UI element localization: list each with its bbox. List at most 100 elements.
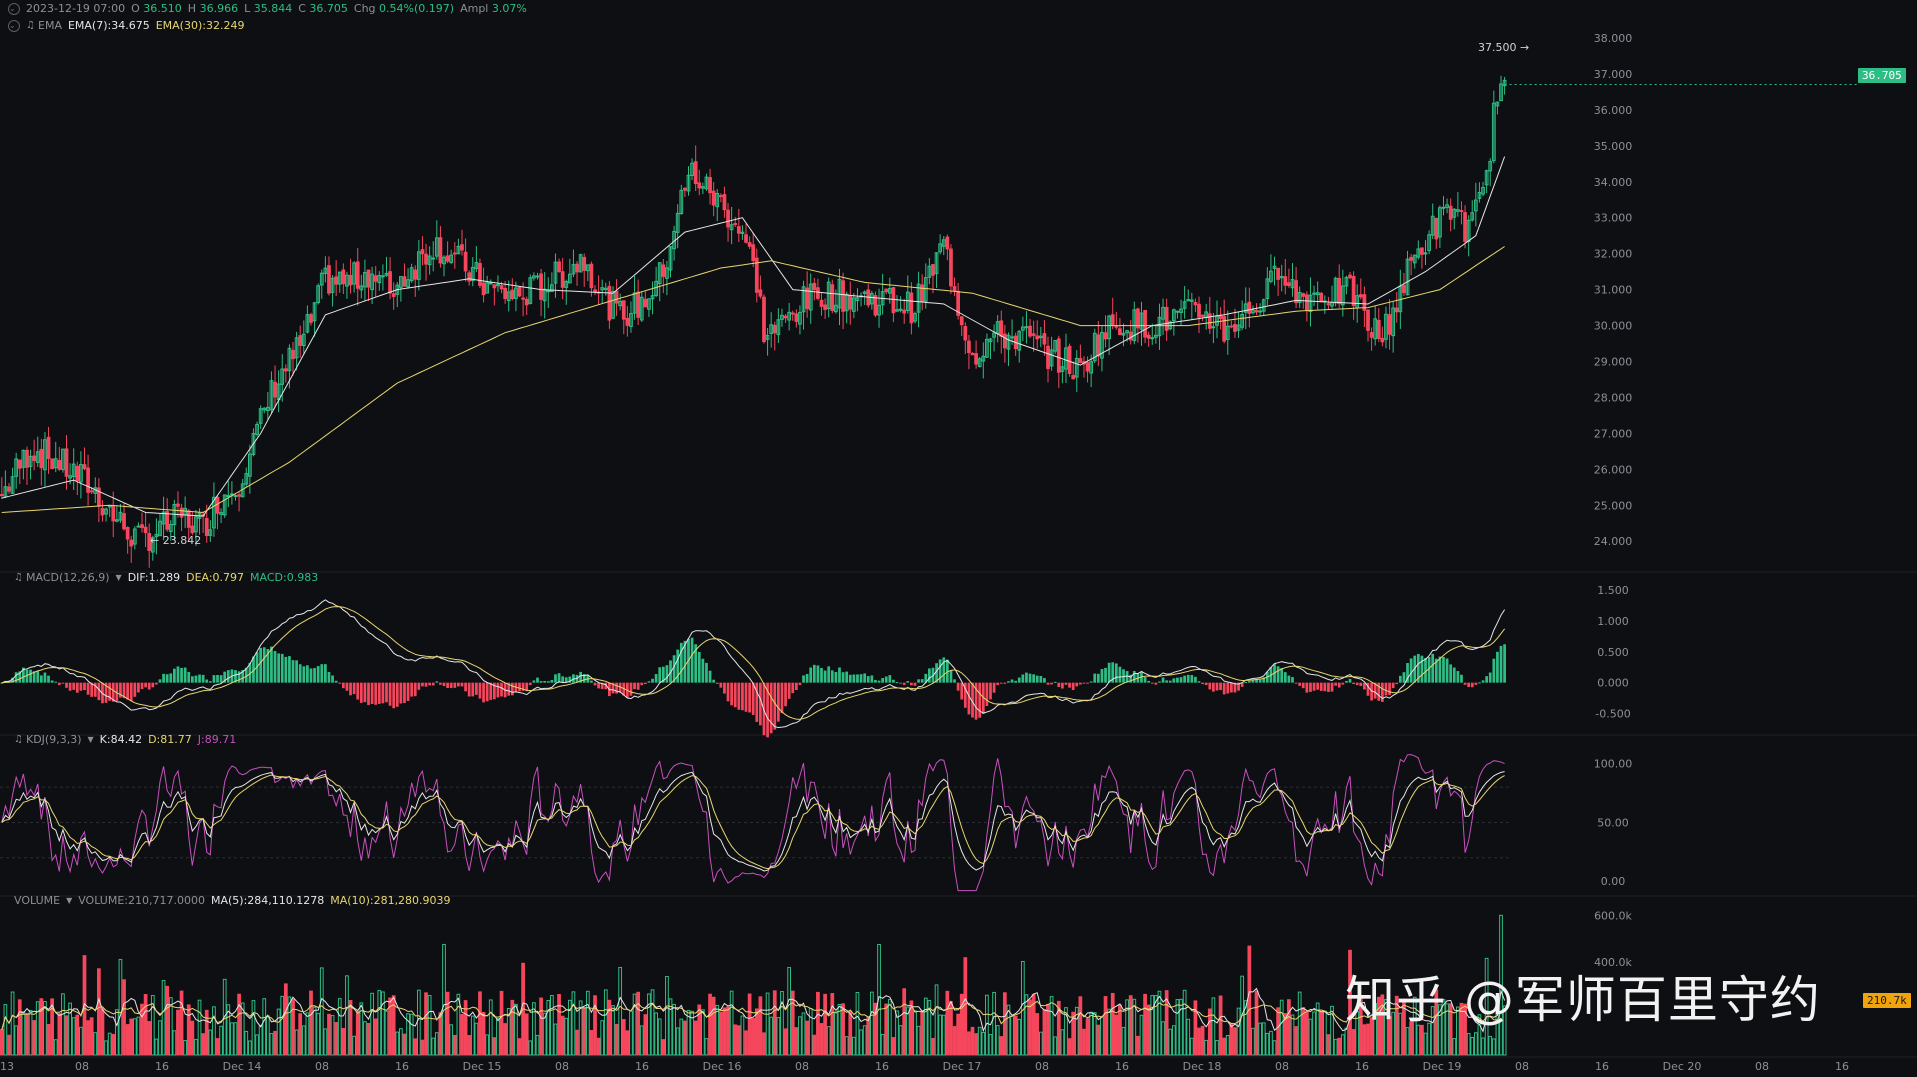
volume-bar [970,1026,975,1056]
macd-histogram-bar [288,656,291,683]
volume-bar [122,979,126,1056]
macd-histogram-bar [460,682,464,687]
volume-bar [679,1018,684,1056]
chart-canvas[interactable]: 24.000 25.000 26.000 27.000 28.000 29.000 30.0… [0,0,1917,1077]
candle-body [391,293,396,297]
macd-histogram-bar [791,682,795,694]
low-marker: ← 23.842 [150,534,201,547]
volume-bar [1233,1027,1237,1056]
macd-histogram-bar [1499,645,1503,683]
candle-body [1358,294,1363,298]
candle-body [593,289,597,293]
candle-body [521,297,525,300]
chevron-down-icon[interactable]: ▼ [66,896,72,905]
macd-histogram-bar [1226,682,1230,694]
macd-histogram-bar [845,671,849,683]
macd-histogram-bar [57,682,61,686]
macd-histogram-bar [1035,675,1039,683]
macd-histogram-bar [996,682,1000,686]
macd-histogram-bar [457,682,460,687]
time-axis-label: 16 [1355,1060,1369,1073]
candle-body [1028,325,1032,337]
candle-body [143,526,148,534]
candle-body [420,249,425,255]
volume-bar [1351,1029,1356,1056]
macd-histogram-bar [777,682,780,722]
volume-bar [1049,996,1054,1056]
collapse-icon[interactable]: ⌄ [8,2,20,15]
macd-histogram-bar [485,682,489,702]
bell-icon[interactable]: ♫ [26,20,36,31]
volume-bar [449,1024,454,1056]
last-price-tag: 36.705 [1858,68,1906,83]
macd-histogram-bar [1247,681,1251,683]
candle-body [693,161,698,185]
candle-body [1110,314,1115,326]
candle-body [438,237,443,264]
volume-bar [1107,1008,1111,1056]
ema-label[interactable]: EMA [38,19,62,32]
macd-histogram-bar [1212,682,1215,692]
trading-chart[interactable]: 24.000 25.000 26.000 27.000 28.000 29.000 30.0… [0,0,1917,1077]
volume-bar [647,993,651,1056]
macd-histogram-bar [478,682,482,699]
volume-bar [14,1025,19,1056]
macd-histogram-bar [1053,681,1057,683]
volume-bar [614,1023,619,1056]
volume-bar [352,1035,356,1056]
candle-body [460,244,464,251]
candle-body [931,264,935,276]
candle-body [751,244,756,262]
price-tick-label: 26.000 [1594,463,1633,476]
candle-body [1423,252,1428,255]
volume-bar [830,993,835,1056]
macd-histogram-bar [816,665,820,683]
volume-bar [697,1004,702,1056]
candle-body [1150,337,1155,340]
volume-bar [564,1017,569,1056]
collapse-icon[interactable]: ⌄ [8,19,20,32]
candle-body [643,298,648,308]
chevron-down-icon[interactable]: ▼ [116,573,122,582]
volume-bar [711,996,716,1056]
macd-histogram-bar [446,682,449,689]
volume-bar [913,1010,917,1056]
chevron-down-icon[interactable]: ▼ [88,735,94,744]
volume-bar [902,988,907,1056]
volume-bar [434,1032,439,1056]
macd-histogram-bar [273,651,277,683]
macd-label[interactable]: MACD(12,26,9) [26,571,110,584]
volume-bar [988,1034,993,1056]
volume-bar [1038,1031,1043,1056]
volume-bar [183,1040,188,1056]
amplitude-label: Ampl 3.07% [460,2,527,15]
volume-bar [1150,995,1155,1056]
volume-bar [1121,1026,1126,1056]
macd-histogram-bar [866,676,870,683]
candle-body [1056,338,1061,373]
candle-body [783,315,788,319]
price-tick-label: 37.000 [1594,68,1633,81]
kdj-label[interactable]: KDJ(9,3,3) [26,733,82,746]
time-axis-label: Dec 16 [703,1060,742,1073]
macd-histogram-bar [1449,664,1453,683]
macd-histogram-bar [1467,682,1471,688]
macd-histogram-bar [205,679,209,683]
volume-bar [330,1015,335,1056]
macd-histogram-bar [306,665,309,683]
volume-bar [1236,1007,1241,1056]
candle-body [560,271,565,288]
bell-icon[interactable]: ♫ [14,572,24,583]
macd-histogram-bar [1208,682,1212,690]
bell-icon[interactable]: ♫ [14,734,24,745]
macd-histogram-bar [345,682,349,691]
candle-body [204,517,209,537]
volume-bar [327,1013,331,1056]
volume-bar [21,1011,26,1056]
macd-histogram-bar [500,682,503,697]
volume-bar [3,1004,8,1056]
volume-label[interactable]: VOLUME [14,894,60,907]
volume-bar [111,1033,116,1056]
macd-histogram-bar [413,682,417,697]
candle-body [1387,314,1392,335]
